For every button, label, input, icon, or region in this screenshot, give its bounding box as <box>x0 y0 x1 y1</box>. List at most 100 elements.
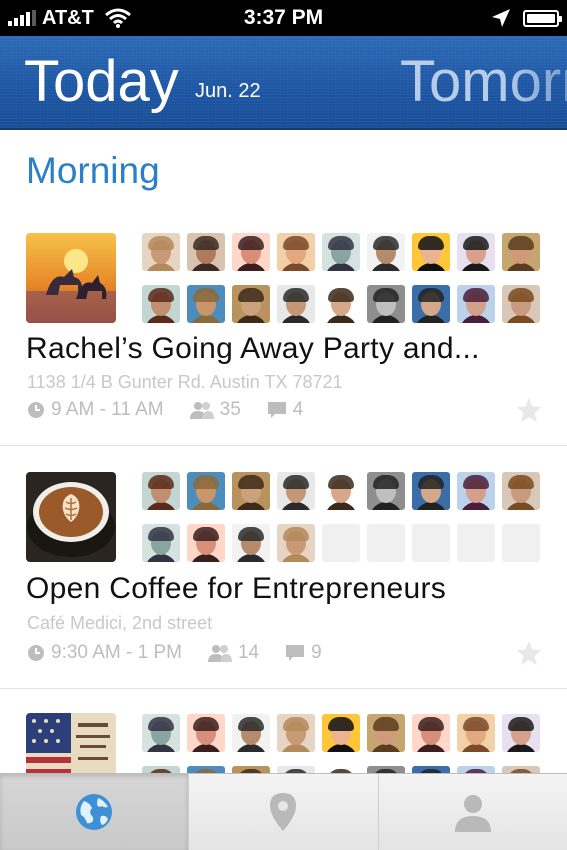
event-card[interactable]: Open Coffee for Entrepreneurs Café Medic… <box>0 470 567 688</box>
person-icon <box>454 795 491 832</box>
divider <box>0 688 567 689</box>
comment-count: 9 <box>311 642 322 663</box>
globe-icon <box>76 794 113 830</box>
location-arrow-icon <box>492 9 510 27</box>
avatar-placeholder <box>457 524 495 562</box>
event-address: 1138 1/4 B Gunter Rd. Austin TX 78721 <box>27 372 343 392</box>
star-icon[interactable] <box>515 396 543 424</box>
event-card[interactable] <box>0 712 567 773</box>
avatar <box>232 714 270 752</box>
avatar <box>502 766 540 773</box>
avatar <box>457 766 495 773</box>
avatar <box>322 714 360 752</box>
avatar <box>187 285 225 323</box>
event-time: 9 AM - 11 AM <box>51 399 164 420</box>
avatar <box>502 714 540 752</box>
tab-explore[interactable] <box>0 774 190 850</box>
event-thumbnail <box>26 713 116 773</box>
avatar-placeholder <box>322 524 360 562</box>
avatar <box>412 472 450 510</box>
avatar <box>457 472 495 510</box>
avatar <box>367 714 405 752</box>
avatar <box>367 766 405 773</box>
event-title[interactable]: Rachel’s Going Away Party and... <box>26 332 480 366</box>
avatar <box>277 472 315 510</box>
people-icon <box>207 645 232 662</box>
event-address: Café Medici, 2nd street <box>27 613 213 633</box>
comment-count: 4 <box>292 399 304 420</box>
event-thumbnail <box>26 472 116 562</box>
tab-map[interactable] <box>189 774 379 850</box>
attendee-avatars <box>142 714 544 773</box>
avatar <box>412 233 450 271</box>
avatar <box>277 233 315 271</box>
avatar <box>457 714 495 752</box>
avatar <box>187 714 225 752</box>
avatar <box>367 285 405 323</box>
avatar <box>502 233 540 271</box>
attendee-avatars <box>142 233 544 323</box>
avatar <box>277 766 315 773</box>
avatar <box>232 233 270 271</box>
avatar <box>367 472 405 510</box>
comment-icon <box>267 402 286 418</box>
event-title[interactable]: Open Coffee for Entrepreneurs <box>26 572 446 606</box>
event-thumbnail <box>26 233 116 323</box>
avatar <box>187 472 225 510</box>
clock: 3:37 PM <box>243 6 324 29</box>
star-icon[interactable] <box>515 639 543 667</box>
avatar <box>322 766 360 773</box>
section-title: Morning <box>26 150 160 191</box>
status-bar: AT&T 3:37 PM <box>0 0 567 36</box>
tab-bar <box>0 773 567 850</box>
avatar-placeholder <box>502 524 540 562</box>
avatar <box>322 472 360 510</box>
event-meta: 9 AM - 11 AM 35 4 <box>27 398 329 422</box>
avatar <box>412 714 450 752</box>
comment-icon <box>286 645 305 661</box>
battery-icon <box>523 9 562 27</box>
next-day-title[interactable]: Tomorrow <box>400 50 567 114</box>
event-card[interactable]: Rachel’s Going Away Party and... 1138 1/… <box>0 230 567 445</box>
avatar <box>142 714 180 752</box>
avatar-placeholder <box>367 524 405 562</box>
avatar <box>142 766 180 773</box>
event-time: 9:30 AM - 1 PM <box>51 642 182 663</box>
avatar <box>232 472 270 510</box>
avatar <box>457 285 495 323</box>
avatar <box>277 285 315 323</box>
avatar <box>142 472 180 510</box>
clock-icon <box>28 402 44 418</box>
map-pin-icon <box>270 793 297 831</box>
clock-icon <box>28 645 44 661</box>
avatar <box>502 472 540 510</box>
avatar <box>142 524 180 562</box>
avatar <box>232 524 270 562</box>
avatar <box>187 233 225 271</box>
avatar <box>232 766 270 773</box>
avatar <box>277 524 315 562</box>
avatar <box>187 524 225 562</box>
avatar <box>232 285 270 323</box>
day-title: Today <box>24 49 179 114</box>
attendee-count: 14 <box>237 642 260 663</box>
avatar <box>412 766 450 773</box>
avatar <box>187 766 225 773</box>
avatar <box>322 233 360 271</box>
day-header[interactable]: Today Jun. 22 Tomorrow <box>0 36 567 130</box>
event-meta: 9:30 AM - 1 PM 14 9 <box>27 641 348 665</box>
people-icon <box>189 402 214 419</box>
divider <box>0 445 567 446</box>
avatar <box>502 285 540 323</box>
day-date: Jun. 22 <box>195 80 261 102</box>
avatar <box>142 233 180 271</box>
avatar-placeholder <box>412 524 450 562</box>
avatar <box>412 285 450 323</box>
avatar <box>367 233 405 271</box>
avatar <box>322 285 360 323</box>
attendee-avatars <box>142 472 544 562</box>
avatar <box>142 285 180 323</box>
avatar <box>457 233 495 271</box>
tab-profile[interactable] <box>379 774 567 850</box>
attendee-count: 35 <box>219 399 241 420</box>
